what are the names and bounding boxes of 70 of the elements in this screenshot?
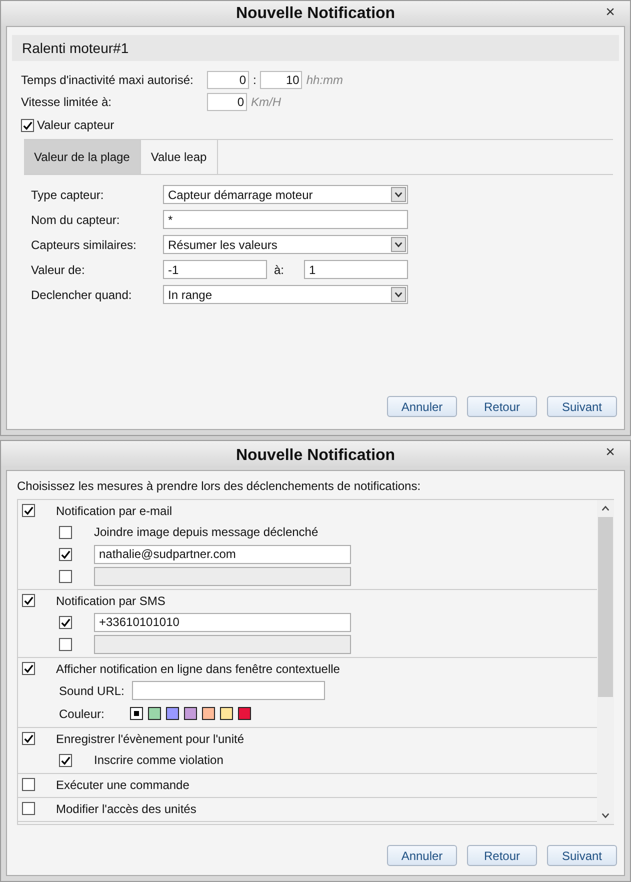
- color-swatch[interactable]: [184, 707, 197, 720]
- field-label: Temps d'inactivité maxi autorisé:: [21, 73, 194, 87]
- scroll-up-icon[interactable]: [601, 504, 610, 513]
- field-label: Type capteur:: [31, 188, 105, 202]
- scrollbar[interactable]: [597, 500, 614, 824]
- tab[interactable]: Value leap: [140, 140, 218, 174]
- instruction-text: Choisissez les mesures à prendre lors des déclenchements de notifications:: [17, 479, 422, 495]
- checkbox-label: Valeur capteur: [37, 118, 114, 132]
- field-label: Nom du capteur:: [31, 212, 121, 226]
- hours-field[interactable]: 0: [207, 71, 249, 89]
- dropdown[interactable]: Résumer les valeurs: [163, 235, 408, 254]
- color-swatch[interactable]: [238, 707, 251, 720]
- checkbox[interactable]: [22, 594, 35, 607]
- color-swatch[interactable]: [202, 707, 215, 720]
- dialog-button[interactable]: Annuler: [387, 396, 457, 417]
- color-swatch[interactable]: [148, 707, 161, 720]
- option-label: Inscrire comme violation: [93, 753, 224, 767]
- dialog-button[interactable]: Retour: [467, 845, 537, 866]
- field-label: à:: [273, 262, 286, 276]
- dialog-button[interactable]: Annuler: [387, 845, 457, 866]
- close-button[interactable]: ×: [602, 4, 619, 22]
- option-label: Exécuter une commande: [55, 778, 190, 792]
- field-label: Vitesse limitée à:: [21, 95, 112, 109]
- color-swatch[interactable]: [166, 707, 179, 720]
- dropdown[interactable]: In range: [163, 285, 408, 304]
- input-field[interactable]: +33610101010: [94, 612, 351, 632]
- field-label: Sound URL:: [59, 684, 126, 698]
- dialog-button[interactable]: Suivant: [547, 845, 617, 866]
- dialog-button[interactable]: Suivant: [547, 396, 617, 417]
- checkbox[interactable]: [22, 778, 35, 791]
- tab[interactable]: Valeur de la plage: [24, 140, 141, 174]
- window-title: Nouvelle Notification: [236, 446, 396, 464]
- checkbox[interactable]: [21, 118, 34, 132]
- input-field[interactable]: [132, 681, 325, 700]
- option-label: Enregistrer l'évènement pour l'unité: [55, 732, 244, 746]
- checkbox[interactable]: [59, 754, 72, 766]
- notification-name-header: Ralenti moteur#1: [12, 35, 619, 61]
- dropdown[interactable]: Capteur démarrage moteur: [163, 185, 408, 204]
- dialog-button[interactable]: Retour: [467, 396, 537, 417]
- input-field[interactable]: nathalie@sudpartner.com: [94, 544, 351, 564]
- option-label: Modifier l'accès des unités: [55, 802, 196, 816]
- option-label: Notification par e-mail: [55, 504, 172, 518]
- window-title: Nouvelle Notification: [236, 4, 396, 22]
- scrollbar-thumb[interactable]: [598, 517, 613, 697]
- input-field[interactable]: -1: [163, 260, 267, 279]
- checkbox[interactable]: [22, 732, 35, 745]
- option-label: Joindre image depuis message déclenché: [93, 525, 318, 539]
- field-label: Capteurs similaires:: [31, 238, 138, 252]
- field-label: Declencher quand:: [31, 288, 133, 302]
- speed-field[interactable]: 0: [207, 93, 247, 111]
- scroll-down-icon[interactable]: [601, 811, 610, 820]
- checkbox[interactable]: [59, 616, 72, 628]
- minutes-field[interactable]: 10: [260, 71, 302, 89]
- checkbox[interactable]: [59, 526, 72, 538]
- option-label: Notification par SMS: [55, 594, 166, 608]
- field-label: Couleur:: [59, 706, 106, 720]
- color-swatch[interactable]: [220, 707, 233, 720]
- checkbox[interactable]: [59, 548, 72, 560]
- unit-label: Km/H: [251, 95, 281, 109]
- checkbox[interactable]: [22, 802, 35, 815]
- input-field[interactable]: *: [163, 210, 408, 229]
- field-label: Valeur de:: [31, 262, 86, 276]
- input-field[interactable]: 1: [304, 260, 408, 279]
- checkbox[interactable]: [22, 662, 35, 675]
- option-label: Afficher notification en ligne dans fenêtre contextuelle: [55, 662, 340, 676]
- unit-label: hh:mm: [306, 73, 344, 87]
- close-button[interactable]: ×: [602, 444, 619, 462]
- color-swatch[interactable]: [130, 707, 143, 720]
- checkbox[interactable]: [22, 504, 35, 517]
- time-separator: :: [253, 73, 256, 87]
